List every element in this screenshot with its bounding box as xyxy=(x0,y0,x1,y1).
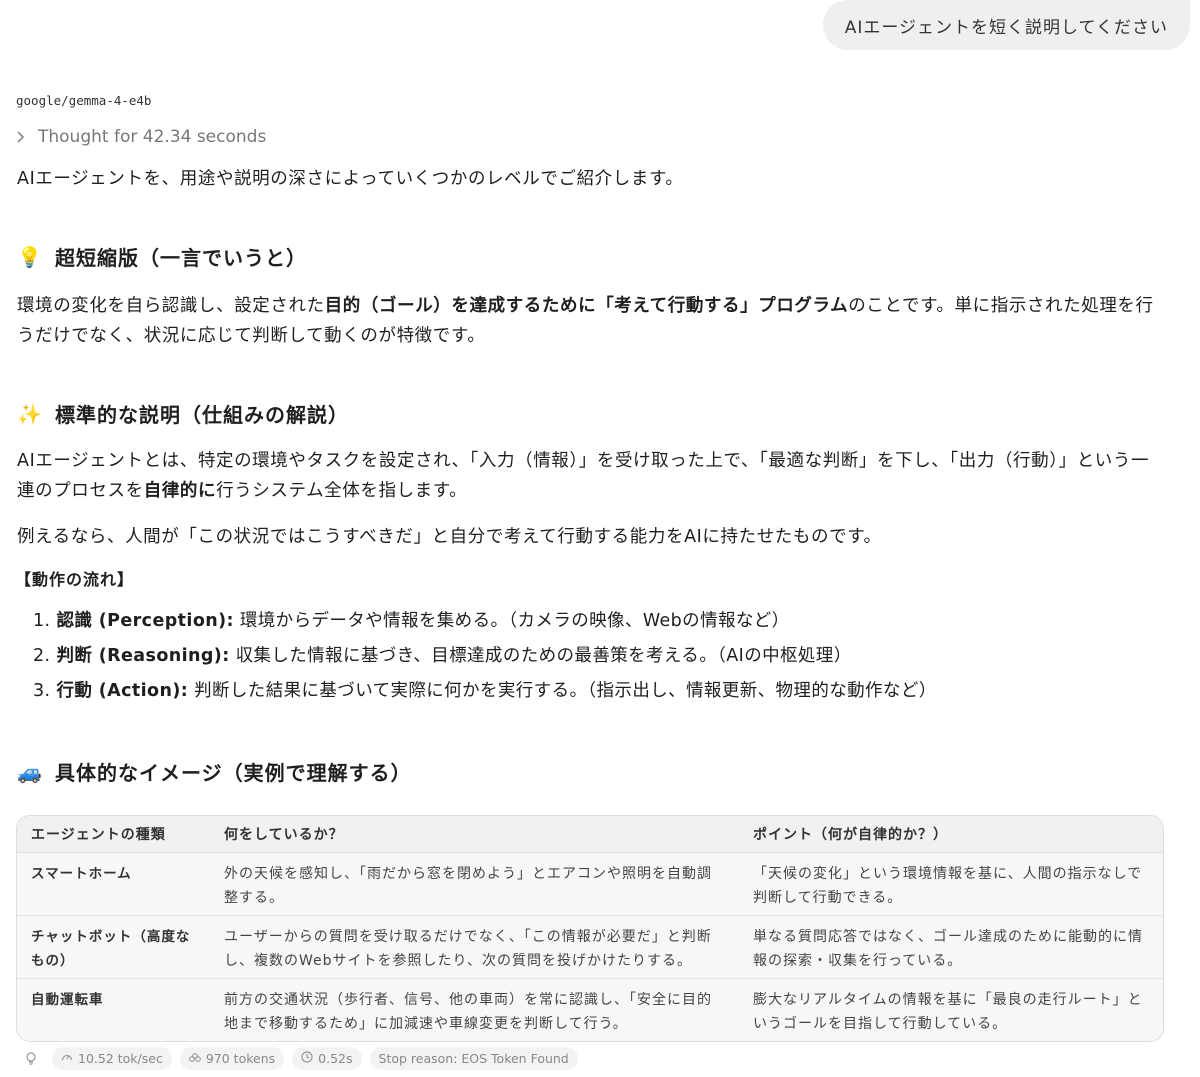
stop-reason-text: Stop reason: EOS Token Found xyxy=(378,1051,569,1066)
table-cell: ユーザーからの質問を受け取るだけでなく、「この情報が必要だ」と判断し、複数のWe… xyxy=(210,915,739,979)
sparkles-icon: ✨ xyxy=(17,401,43,426)
list-item: 3. 行動 (Action): 判断した結果に基づいて実際に何かを実行する。（指… xyxy=(33,674,1167,709)
text-span: 環境の変化を自ら認識し、設定された xyxy=(17,296,325,316)
table-row: チャットボット（高度なもの） ユーザーからの質問を受け取るだけでなく、「この情報… xyxy=(17,915,1163,979)
table-row: 自動運転車 前方の交通状況（歩行者、信号、他の車両）を常に認識し、「安全に目的地… xyxy=(17,978,1163,1041)
table-cell: 前方の交通状況（歩行者、信号、他の車両）を常に認識し、「安全に目的地まで移動する… xyxy=(210,978,739,1041)
step-label: 判断 (Reasoning): xyxy=(56,646,230,666)
summary-paragraph: 環境の変化を自ら認識し、設定された目的（ゴール）を達成するために「考えて行動する… xyxy=(17,291,1167,351)
table-cell: 外の天候を感知し、「雨だから窓を閉めよう」とエアコンや照明を自動調整する。 xyxy=(210,852,739,916)
bold-text: 自律的に xyxy=(143,481,217,501)
user-message-text: AIエージェントを短く説明してください xyxy=(844,17,1168,38)
column-header: ポイント（何が自律的か？） xyxy=(739,816,1163,853)
column-header: エージェントの種類 xyxy=(17,816,210,853)
list-number: 3. xyxy=(33,681,51,701)
speed-text: 10.52 tok/sec xyxy=(78,1051,163,1066)
lightbulb-icon[interactable] xyxy=(18,1051,44,1066)
stop-reason-chip: Stop reason: EOS Token Found xyxy=(369,1047,578,1070)
intro-text: AIエージェントを、用途や説明の深さによっていくつかのレベルでご紹介します。 xyxy=(17,169,684,189)
tokens-chip: 970 tokens xyxy=(179,1047,285,1070)
clock-icon xyxy=(301,1051,313,1066)
thought-toggle[interactable]: Thought for 42.34 seconds xyxy=(16,127,266,147)
tokens-icon xyxy=(188,1051,201,1066)
step-label: 認識 (Perception): xyxy=(56,611,234,631)
table-cell: 「天候の変化」という環境情報を基に、人間の指示なしで判断して行動できる。 xyxy=(739,852,1163,916)
speedometer-icon xyxy=(61,1051,73,1066)
table-cell: 自動運転車 xyxy=(17,978,210,1041)
table-header-row: エージェントの種類 何をしているか？ ポイント（何が自律的か？） xyxy=(17,816,1163,853)
table-cell: 単なる質問応答ではなく、ゴール達成のために能動的に情報の探索・収集を行っている。 xyxy=(739,915,1163,979)
section-heading-examples: 🚙 具体的なイメージ（実例で理解する） xyxy=(17,757,1167,786)
section-heading-standard: ✨ 標準的な説明（仕組みの解説） xyxy=(17,399,1167,428)
section-title: 超短縮版（一言でいうと） xyxy=(55,246,307,270)
car-icon: 🚙 xyxy=(17,759,43,784)
generation-stats-bar: 10.52 tok/sec 970 tokens 0.52s Stop reas… xyxy=(18,1047,578,1070)
table-cell: チャットボット（高度なもの） xyxy=(17,915,210,979)
time-text: 0.52s xyxy=(318,1051,353,1066)
user-message-bubble: AIエージェントを短く説明してください xyxy=(822,0,1190,50)
chevron-right-icon xyxy=(16,131,26,143)
list-item: 1. 認識 (Perception): 環境からデータや情報を集める。（カメラの… xyxy=(33,604,1167,639)
table-cell: スマートホーム xyxy=(17,852,210,916)
flow-steps-list: 1. 認識 (Perception): 環境からデータや情報を集める。（カメラの… xyxy=(17,604,1167,709)
step-label: 行動 (Action): xyxy=(56,681,189,701)
list-number: 2. xyxy=(33,646,51,666)
assistant-response: AIエージェントを、用途や説明の深さによっていくつかのレベルでご紹介します。 💡… xyxy=(15,164,1167,786)
step-text: 判断した結果に基づいて実際に何かを実行する。（指示出し、情報更新、物理的な動作な… xyxy=(194,681,937,701)
analogy-paragraph: 例えるなら、人間が「この状況ではこうすべきだ」と自分で考えて行動する能力をAIに… xyxy=(17,527,882,547)
table-cell: 膨大なリアルタイムの情報を基に「最良の走行ルート」というゴールを目指して行動して… xyxy=(739,978,1163,1041)
list-item: 2. 判断 (Reasoning): 収集した情報に基づき、目標達成のための最善… xyxy=(33,639,1167,674)
bold-text: 目的（ゴール）を達成するために「考えて行動する」プログラム xyxy=(324,296,849,316)
table-row: スマートホーム 外の天候を感知し、「雨だから窓を閉めよう」とエアコンや照明を自動… xyxy=(17,852,1163,916)
list-number: 1. xyxy=(33,611,51,631)
speed-chip: 10.52 tok/sec xyxy=(52,1047,172,1070)
lightbulb-icon: 💡 xyxy=(17,244,43,269)
model-name: google/gemma-4-e4b xyxy=(16,93,152,108)
examples-table: エージェントの種類 何をしているか？ ポイント（何が自律的か？） スマートホーム… xyxy=(16,815,1164,1042)
thought-label: Thought for 42.34 seconds xyxy=(38,127,267,147)
tokens-text: 970 tokens xyxy=(205,1051,276,1066)
time-chip: 0.52s xyxy=(292,1047,362,1070)
flow-title: 【動作の流れ】 xyxy=(15,570,135,589)
section-title: 標準的な説明（仕組みの解説） xyxy=(55,403,349,427)
standard-paragraph: AIエージェントとは、特定の環境やタスクを設定され、「入力（情報）」を受け取った… xyxy=(17,446,1167,506)
step-text: 環境からデータや情報を集める。（カメラの映像、Webの情報など） xyxy=(239,611,790,631)
step-text: 収集した情報に基づき、目標達成のための最善策を考える。（AIの中枢処理） xyxy=(235,646,852,666)
text-span: 行うシステム全体を指します。 xyxy=(216,481,468,501)
section-heading-summary: 💡 超短縮版（一言でいうと） xyxy=(17,242,1167,271)
column-header: 何をしているか？ xyxy=(210,816,739,853)
section-title: 具体的なイメージ（実例で理解する） xyxy=(55,761,412,785)
